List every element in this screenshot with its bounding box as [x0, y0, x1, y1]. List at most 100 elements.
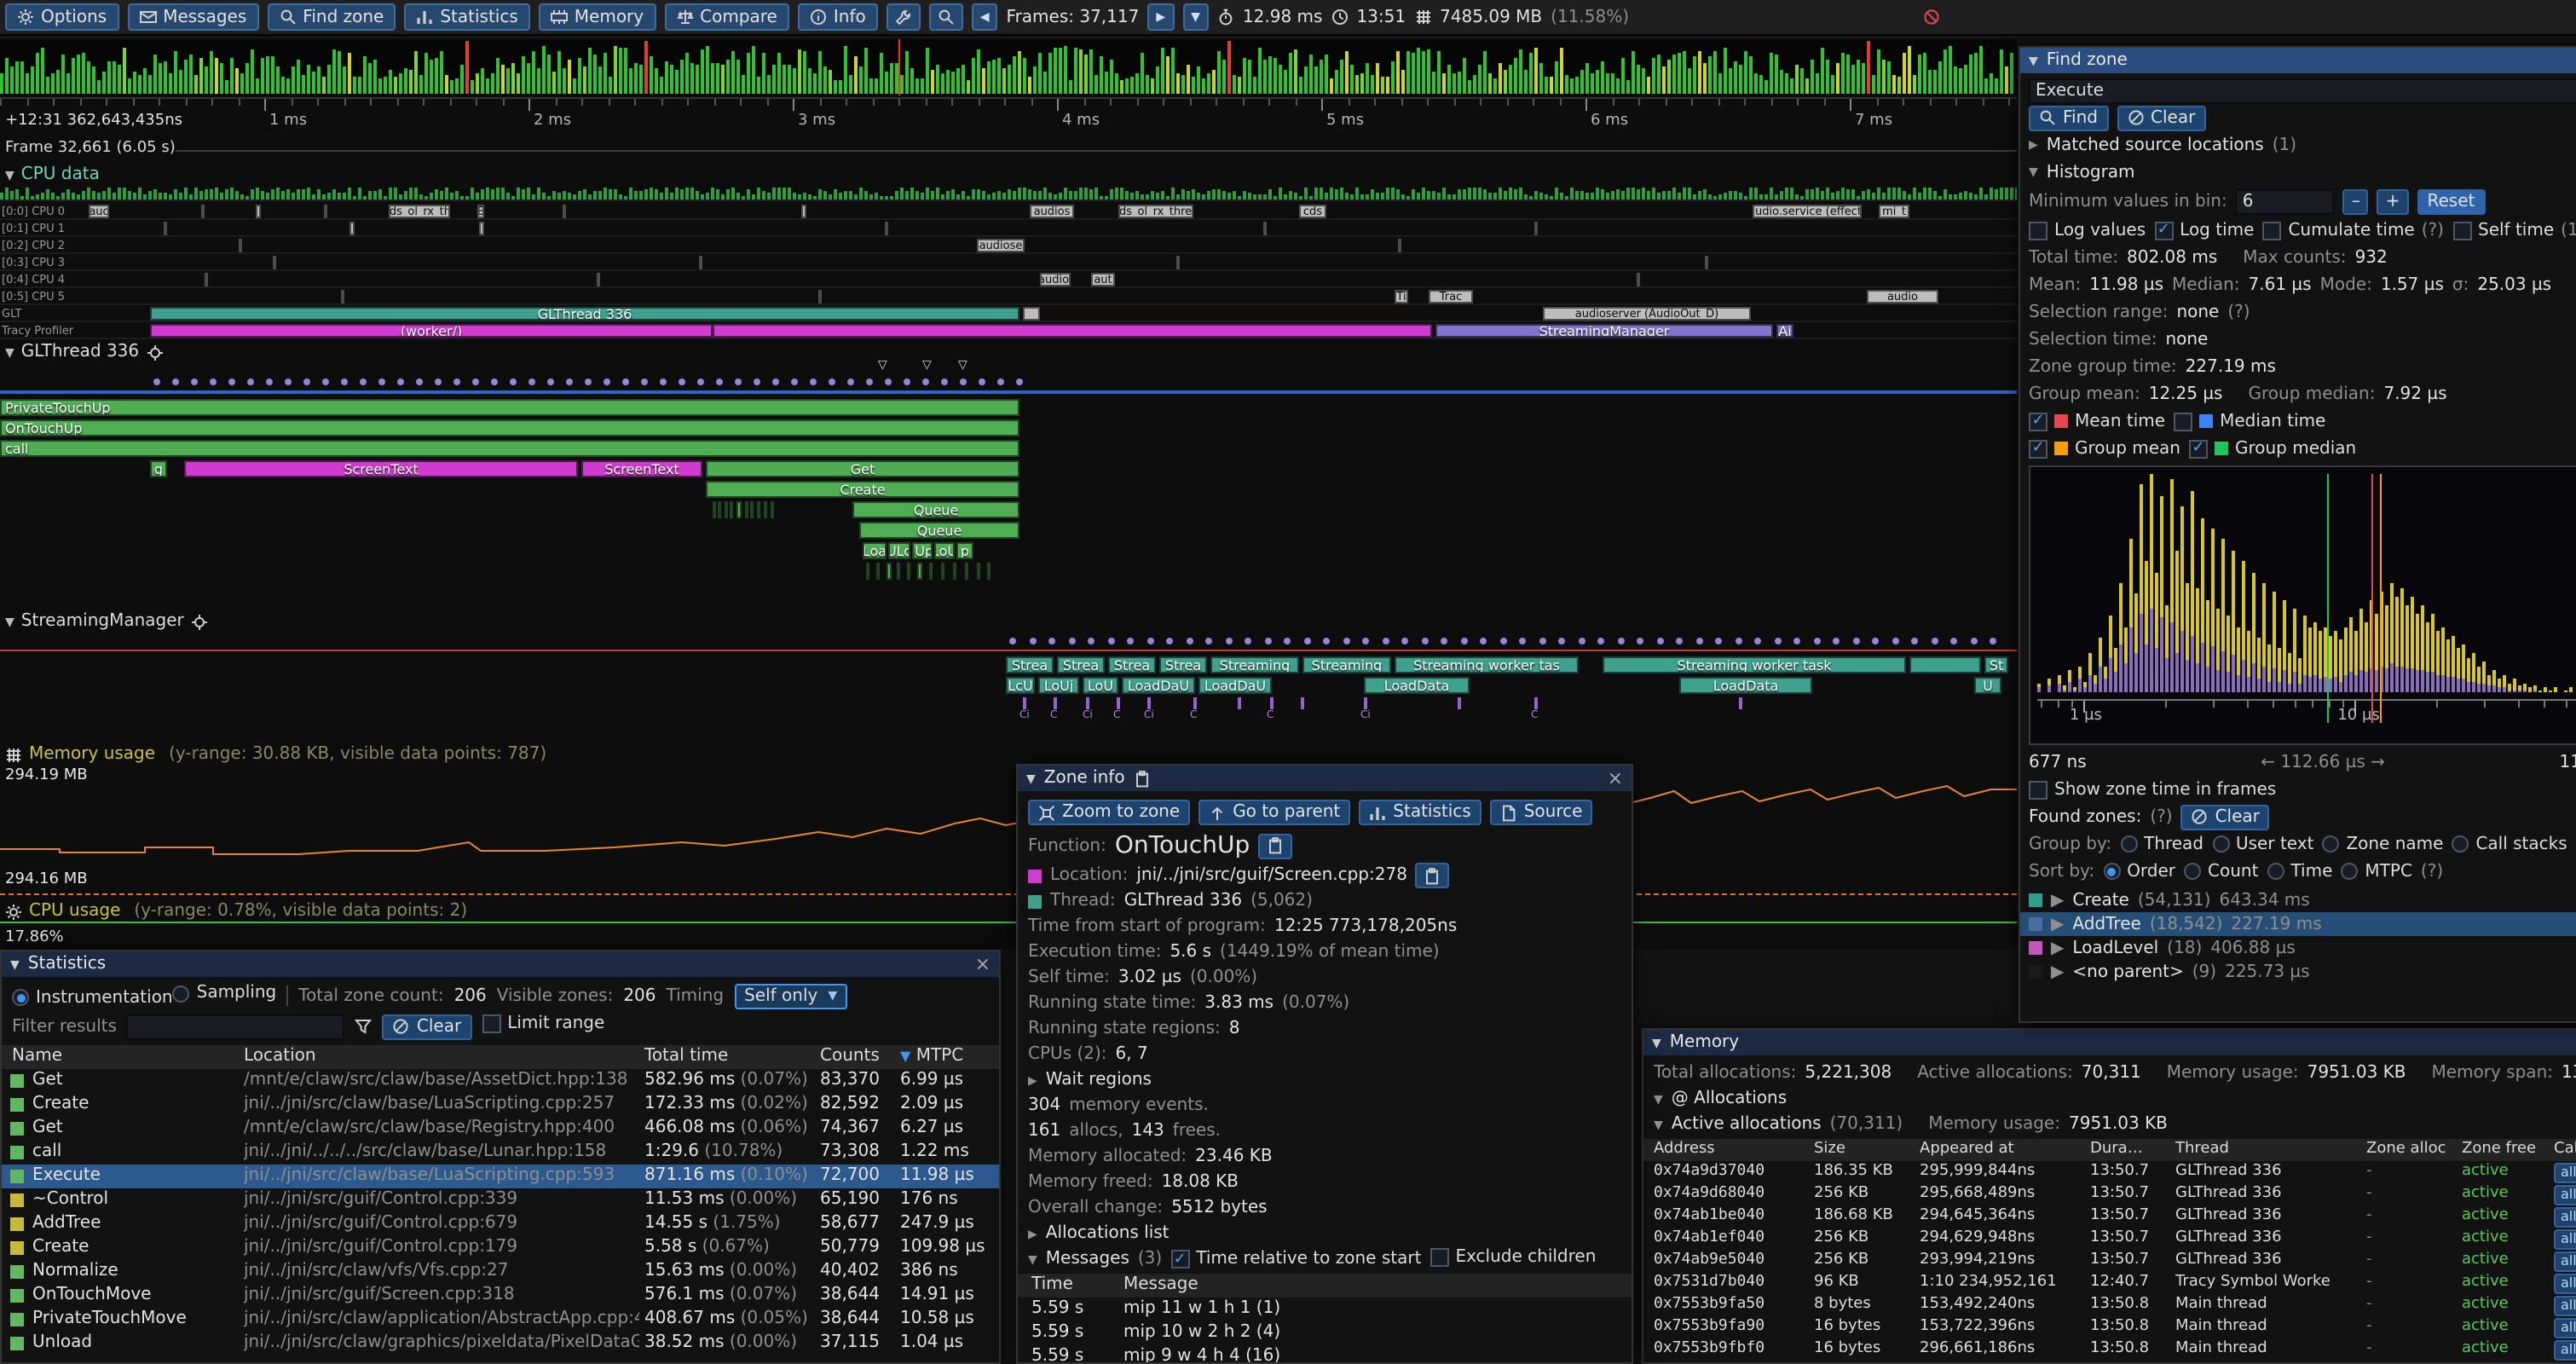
statistics-titlebar[interactable]: ▼Statistics×	[2, 951, 999, 977]
frame-bar[interactable]	[1539, 63, 1543, 94]
frame-bar[interactable]	[450, 79, 453, 94]
frame-bar[interactable]	[481, 68, 484, 94]
message-dot[interactable]	[1970, 638, 1977, 644]
frame-bar[interactable]	[225, 79, 228, 94]
frame-bar[interactable]	[1570, 79, 1574, 94]
frame-bar[interactable]	[1790, 78, 1793, 94]
message-dot[interactable]	[1460, 638, 1467, 644]
frame-bar[interactable]	[1938, 62, 1942, 94]
frame-bar[interactable]	[844, 46, 847, 94]
message-dot[interactable]	[303, 379, 310, 385]
frame-bar[interactable]	[36, 53, 39, 94]
frame-bar[interactable]	[20, 61, 24, 94]
column-name[interactable]: Name	[12, 1045, 62, 1069]
frame-bar[interactable]	[465, 41, 469, 94]
group-by-radio[interactable]: Zone name	[2322, 835, 2443, 853]
frame-bar[interactable]	[322, 77, 326, 95]
zone-segment[interactable]	[953, 563, 956, 580]
frame-bar[interactable]	[358, 77, 361, 94]
message-dot[interactable]	[416, 379, 423, 385]
clear-filter-button[interactable]: Clear	[383, 1014, 471, 1039]
frame-bar[interactable]	[1611, 73, 1614, 94]
sort-by-radio[interactable]: Time	[2267, 862, 2332, 881]
alloc-callstack-button[interactable]: alloc	[2554, 1318, 2576, 1338]
frame-bar[interactable]	[1171, 48, 1175, 94]
checkbox-box[interactable]	[2189, 439, 2208, 458]
zone-segment[interactable]	[801, 205, 806, 218]
zone-segment[interactable]	[750, 501, 754, 518]
frame-bar[interactable]	[818, 52, 822, 94]
frame-bar[interactable]	[1606, 73, 1609, 94]
frame-bar[interactable]	[527, 62, 530, 94]
clear-found-button[interactable]: Clear	[2181, 804, 2270, 829]
frame-bar[interactable]	[1944, 49, 1947, 94]
frame-bar[interactable]	[578, 58, 581, 94]
frame-bar[interactable]	[1585, 63, 1589, 94]
frame-bar[interactable]	[1846, 55, 1850, 94]
frame-bar[interactable]	[1176, 74, 1180, 94]
message-dot[interactable]	[1029, 638, 1036, 644]
zone-segment[interactable]: Loa	[863, 542, 887, 559]
alloc-callstack-button[interactable]: alloc	[2554, 1185, 2576, 1205]
go-to-parent-button[interactable]: Go to parent	[1198, 800, 1350, 825]
frame-bar[interactable]	[1248, 60, 1251, 94]
frame-bar[interactable]	[1207, 73, 1210, 94]
allocation-row[interactable]: 0x74a9d68040256 KB295,668,489ns13:50.7GL…	[1643, 1183, 2576, 1205]
frame-bar[interactable]	[251, 49, 254, 94]
frame-bar[interactable]	[987, 61, 991, 94]
frame-bar[interactable]	[511, 64, 515, 94]
frame-select-button[interactable]: ▼	[1182, 3, 1209, 31]
frame-bar[interactable]	[910, 68, 914, 94]
frame-bar[interactable]	[1575, 78, 1579, 94]
zone-segment[interactable]	[1705, 256, 1708, 269]
frame-bar[interactable]	[1089, 49, 1093, 94]
zone-segment[interactable]: Streaming worker tas	[1395, 656, 1579, 673]
frame-bar[interactable]	[445, 74, 448, 94]
frame-bar[interactable]	[726, 60, 730, 94]
allocation-row[interactable]: 0x7553b9fa9016 bytes153,722,396ns13:50.8…	[1643, 1316, 2576, 1338]
frame-bar[interactable]	[506, 68, 510, 94]
option-checkbox[interactable]: Log values	[2029, 221, 2146, 240]
frame-bar[interactable]	[762, 54, 765, 94]
frame-bar[interactable]	[113, 61, 116, 94]
zone-segment[interactable]	[324, 205, 327, 218]
message-dot[interactable]	[1264, 638, 1271, 644]
frame-bar[interactable]	[1386, 78, 1389, 94]
frame-bar[interactable]	[1805, 78, 1809, 94]
show-zone-time-checkbox[interactable]: Show zone time in frames	[2029, 780, 2276, 799]
frame-bar[interactable]	[808, 67, 811, 94]
frame-bar[interactable]	[931, 69, 934, 94]
frame-bar[interactable]	[501, 66, 505, 94]
alloc-callstack-button[interactable]: alloc	[2554, 1207, 2576, 1228]
zone-segment[interactable]	[885, 222, 888, 235]
close-icon[interactable]: ×	[1608, 767, 1623, 789]
frame-bar[interactable]	[1135, 74, 1139, 94]
message-row[interactable]: 5.59 smip 11 w 1 h 1 (1)	[1018, 1298, 1632, 1321]
message-dot[interactable]	[979, 379, 985, 385]
zone-segment[interactable]	[164, 222, 167, 235]
frame-bar[interactable]	[1524, 70, 1528, 94]
frame-bar[interactable]	[1739, 64, 1742, 94]
zone-segment[interactable]: audios	[1030, 205, 1074, 218]
frame-bar[interactable]	[798, 49, 801, 94]
frame-bar[interactable]	[583, 66, 586, 94]
frame-bar[interactable]	[1084, 55, 1088, 94]
frame-bar[interactable]	[1263, 61, 1267, 95]
help-icon[interactable]: (?)	[2227, 303, 2250, 321]
frame-bar[interactable]	[266, 57, 269, 94]
frame-bar[interactable]	[721, 65, 725, 94]
frame-bar[interactable]	[1274, 58, 1277, 94]
column-duration[interactable]: Dura…	[2090, 1139, 2143, 1161]
message-dot[interactable]	[660, 379, 667, 385]
frame-bar[interactable]	[1222, 61, 1226, 94]
zone-segment[interactable]: Strea	[1006, 656, 1054, 673]
cpu-usage-header[interactable]: CPU usage(y-range: 0.78%, visible data p…	[5, 902, 467, 921]
checkbox-box[interactable]	[2029, 780, 2048, 799]
frame-overview-strip[interactable]	[0, 39, 2017, 95]
zone-segment[interactable]: auc	[89, 205, 109, 218]
zone-segment[interactable]: Strea	[1057, 656, 1105, 673]
frame-bar[interactable]	[660, 77, 663, 94]
frame-bar[interactable]	[368, 63, 372, 94]
frame-bar[interactable]	[644, 41, 648, 94]
message-dot[interactable]	[1186, 638, 1193, 644]
